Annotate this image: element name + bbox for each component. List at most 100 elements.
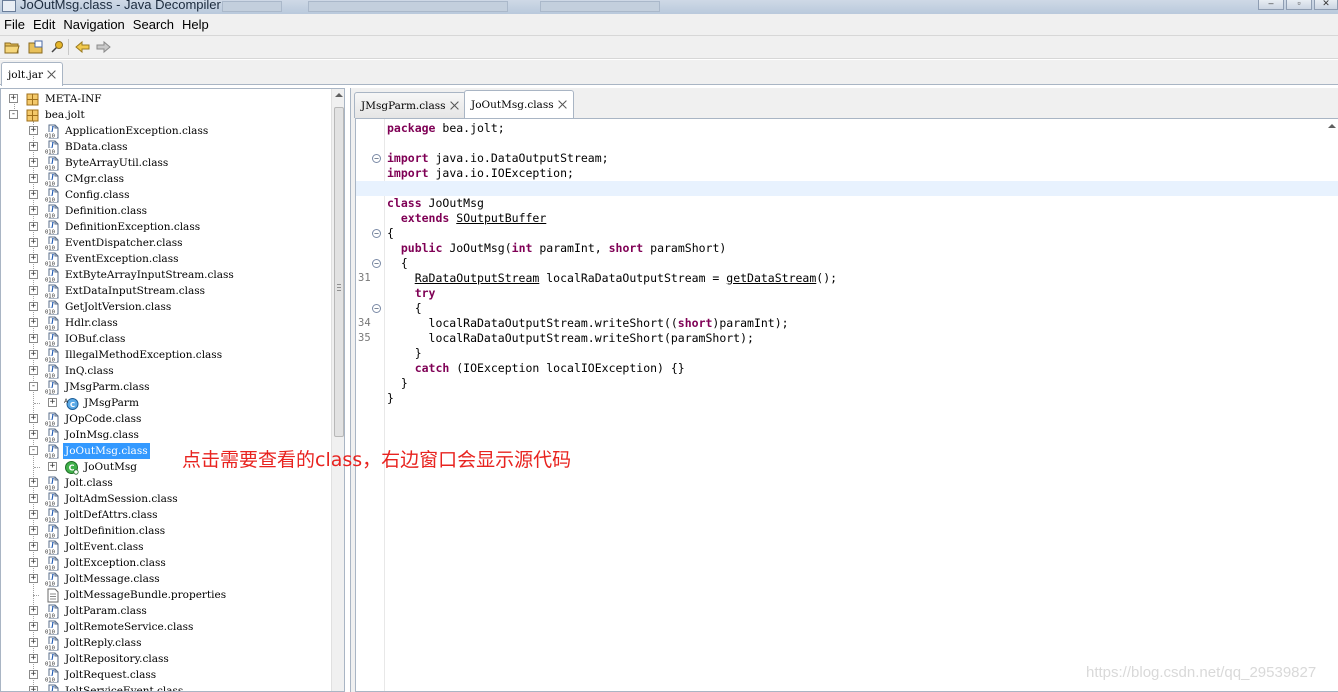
expand-icon[interactable]: +	[48, 398, 57, 407]
tree-item[interactable]: + J 010 ByteArrayUtil.class	[1, 155, 331, 172]
tree-item[interactable]: + J 010 ExtDataInputStream.class	[1, 283, 331, 300]
expand-icon[interactable]: +	[29, 622, 38, 631]
expand-icon[interactable]: +	[29, 670, 38, 679]
expand-icon[interactable]: +	[29, 526, 38, 535]
tree-item[interactable]: + META-INF	[1, 91, 331, 107]
tree-item[interactable]: + J 010 JoltDefinition.class	[1, 523, 331, 540]
maximize-button[interactable]: ▫	[1286, 0, 1312, 10]
fold-collapse-icon[interactable]: −	[372, 154, 381, 163]
expand-icon[interactable]: +	[29, 158, 38, 167]
expand-icon[interactable]: +	[29, 142, 38, 151]
tree-item[interactable]: + J 010 EventDispatcher.class	[1, 235, 331, 252]
tree-item[interactable]: + J 010 EventException.class	[1, 251, 331, 268]
fold-collapse-icon[interactable]: −	[372, 259, 381, 268]
expand-icon[interactable]: +	[29, 190, 38, 199]
expand-icon[interactable]: +	[29, 334, 38, 343]
tree-item[interactable]: + J 010 JOpCode.class	[1, 411, 331, 428]
expand-icon[interactable]: +	[29, 206, 38, 215]
expand-icon[interactable]: +	[29, 638, 38, 647]
close-window-button[interactable]: ✕	[1314, 0, 1338, 10]
expand-icon[interactable]: +	[9, 94, 18, 103]
expand-icon[interactable]: +	[29, 686, 38, 691]
tree-item[interactable]: + J 010 JoltRequest.class	[1, 667, 331, 684]
fold-collapse-icon[interactable]: −	[372, 229, 381, 238]
menu-file[interactable]: File	[0, 14, 29, 35]
expand-icon[interactable]: +	[29, 654, 38, 663]
expand-icon[interactable]: +	[29, 350, 38, 359]
pin-button[interactable]	[48, 39, 66, 55]
tree-item[interactable]: + J 010 IOBuf.class	[1, 331, 331, 348]
expand-icon[interactable]: +	[29, 478, 38, 487]
tree-item[interactable]: + J 010 Config.class	[1, 187, 331, 204]
forward-button[interactable]	[94, 39, 112, 55]
expand-icon[interactable]: +	[29, 430, 38, 439]
open-file-button[interactable]	[3, 39, 21, 55]
tree-item[interactable]: + J 010 JoltEvent.class	[1, 539, 331, 556]
tree-item[interactable]: + J 010 GetJoltVersion.class	[1, 299, 331, 316]
tree-item[interactable]: + J 010 CMgr.class	[1, 171, 331, 188]
tree-item[interactable]: + C A JMsgParm	[1, 395, 331, 411]
tree-item[interactable]: + J 010 JoltException.class	[1, 555, 331, 572]
tree-item[interactable]: + J 010 ApplicationException.class	[1, 123, 331, 140]
tree-item[interactable]: + J 010 Definition.class	[1, 203, 331, 220]
expand-icon[interactable]: +	[48, 462, 57, 471]
close-tab-icon[interactable]	[47, 70, 56, 79]
tree-item[interactable]: + J 010 InQ.class	[1, 363, 331, 380]
collapse-icon[interactable]: -	[9, 110, 18, 119]
tree-item[interactable]: JoltMessageBundle.properties	[1, 587, 331, 603]
tree-item[interactable]: + J 010 IllegalMethodException.class	[1, 347, 331, 364]
tree-item[interactable]: + J 010 JoInMsg.class	[1, 427, 331, 444]
tree-item[interactable]: + J 010 JoltAdmSession.class	[1, 491, 331, 508]
expand-icon[interactable]: +	[29, 286, 38, 295]
collapse-icon[interactable]: -	[29, 446, 38, 455]
collapse-icon[interactable]: -	[29, 382, 38, 391]
menu-help[interactable]: Help	[178, 14, 213, 35]
tree-item[interactable]: + J 010 DefinitionException.class	[1, 219, 331, 236]
close-tab-icon[interactable]	[558, 100, 567, 109]
expand-icon[interactable]: +	[29, 302, 38, 311]
tree-item[interactable]: + J 010 Jolt.class	[1, 475, 331, 492]
tree-scrollbar[interactable]	[331, 89, 344, 691]
tree-item[interactable]: + J 010 ExtByteArrayInputStream.class	[1, 267, 331, 284]
menu-edit[interactable]: Edit	[29, 14, 59, 35]
menu-search[interactable]: Search	[129, 14, 178, 35]
expand-icon[interactable]: +	[29, 254, 38, 263]
expand-icon[interactable]: +	[29, 126, 38, 135]
expand-icon[interactable]: +	[29, 366, 38, 375]
expand-icon[interactable]: +	[29, 558, 38, 567]
expand-icon[interactable]: +	[29, 174, 38, 183]
tree-item[interactable]: + J 010 JoltReply.class	[1, 635, 331, 652]
tab-jmsgparm-class[interactable]: JMsgParm.class	[354, 92, 466, 118]
tree-item[interactable]: + J 010 JoltParam.class	[1, 603, 331, 620]
tree-item[interactable]: + J 010 BData.class	[1, 139, 331, 156]
tab-jooutmsg-class[interactable]: JoOutMsg.class	[464, 90, 574, 118]
expand-icon[interactable]: +	[29, 542, 38, 551]
tab-jolt-jar[interactable]: jolt.jar	[1, 62, 64, 86]
expand-icon[interactable]: +	[29, 574, 38, 583]
expand-icon[interactable]: +	[29, 238, 38, 247]
minimize-button[interactable]: –	[1258, 0, 1284, 10]
tree-item[interactable]: + J 010 JoltMessage.class	[1, 571, 331, 588]
expand-icon[interactable]: +	[29, 494, 38, 503]
tree-item[interactable]: + J 010 Hdlr.class	[1, 315, 331, 332]
expand-icon[interactable]: +	[29, 510, 38, 519]
tree-item[interactable]: - bea.jolt	[1, 107, 331, 123]
menu-navigation[interactable]: Navigation	[59, 14, 128, 35]
scrollbar-thumb[interactable]	[334, 107, 344, 437]
open-folder-button[interactable]	[27, 39, 45, 55]
expand-icon[interactable]: +	[29, 606, 38, 615]
tree-item[interactable]: + J010 JoltServiceEvent.class	[1, 683, 331, 691]
tree-item[interactable]: + J 010 JoltDefAttrs.class	[1, 507, 331, 524]
source-code-view[interactable]: package bea.jolt; − import java.io.DataOut…	[355, 118, 1338, 692]
expand-icon[interactable]: +	[29, 318, 38, 327]
fold-collapse-icon[interactable]: −	[372, 304, 381, 313]
tree-item[interactable]: + J 010 JoltRemoteService.class	[1, 619, 331, 636]
close-tab-icon[interactable]	[450, 101, 459, 110]
back-button[interactable]	[74, 39, 92, 55]
tree-item[interactable]: - J 010 JMsgParm.class	[1, 379, 331, 396]
scroll-up-icon[interactable]	[335, 93, 343, 97]
expand-icon[interactable]: +	[29, 222, 38, 231]
expand-icon[interactable]: +	[29, 414, 38, 423]
expand-icon[interactable]: +	[29, 270, 38, 279]
tree-item[interactable]: + J 010 JoltRepository.class	[1, 651, 331, 668]
